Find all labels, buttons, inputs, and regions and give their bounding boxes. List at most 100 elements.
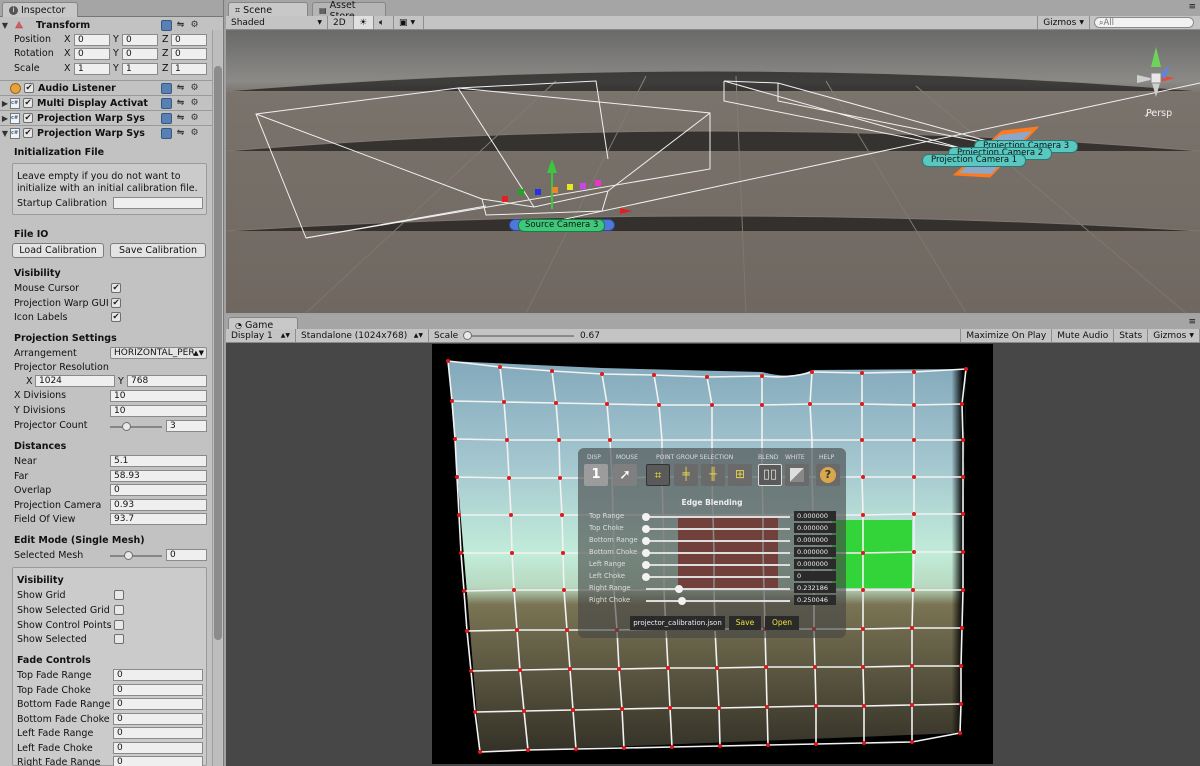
slider-knob[interactable] xyxy=(642,525,650,533)
component-header-projection-warp-2[interactable]: ▼ c# Projection Warp Sys ⇋⚙ xyxy=(0,125,212,140)
overlap-field[interactable]: 0 xyxy=(110,484,207,496)
slider-knob[interactable] xyxy=(642,513,650,521)
display-dropdown[interactable]: Display 1 ▲▼ xyxy=(226,329,296,342)
foldout-collapsed-icon[interactable]: ▶ xyxy=(0,114,10,123)
scale-y-field[interactable]: 1 xyxy=(122,63,158,75)
load-calibration-button[interactable]: Load Calibration xyxy=(12,243,104,258)
overlay-save-button[interactable]: Save xyxy=(729,616,761,630)
display-number-button[interactable]: 1 xyxy=(584,464,608,486)
x-divisions-field[interactable]: 10 xyxy=(110,390,207,402)
panel-menu-icon[interactable]: ≡ xyxy=(1188,317,1196,327)
preset-icon[interactable]: ⇋ xyxy=(175,83,186,94)
fade-field[interactable]: 0 xyxy=(113,684,203,696)
mode-2d-button[interactable]: 2D xyxy=(328,16,354,29)
tab-scene[interactable]: ⌗ Scene xyxy=(228,2,308,17)
component-enable-checkbox[interactable] xyxy=(23,98,33,108)
resolution-dropdown[interactable]: Standalone (1024x768) ▲▼ xyxy=(296,329,429,342)
projection-warp-gui-checkbox[interactable] xyxy=(111,298,121,308)
save-calibration-button[interactable]: Save Calibration xyxy=(110,243,206,258)
show-selected-grid-checkbox[interactable] xyxy=(114,605,124,615)
edge-blend-value-field[interactable]: 0.000000 xyxy=(794,523,836,533)
fade-field[interactable]: 0 xyxy=(113,669,203,681)
lighting-toggle[interactable]: ☀ xyxy=(354,16,374,29)
component-enable-checkbox[interactable] xyxy=(23,113,33,123)
y-divisions-field[interactable]: 10 xyxy=(110,405,207,417)
mute-audio-toggle[interactable]: Mute Audio xyxy=(1052,329,1115,342)
preset-icon[interactable]: ⇋ xyxy=(175,113,186,124)
mouse-mode-button[interactable]: ➚ xyxy=(613,464,637,486)
slider-knob[interactable] xyxy=(642,537,650,545)
slider-knob[interactable] xyxy=(122,422,131,431)
component-enable-checkbox[interactable] xyxy=(23,128,33,138)
overlay-open-button[interactable]: Open xyxy=(765,616,799,630)
white-toggle-button[interactable] xyxy=(785,464,809,486)
edge-blend-value-field[interactable]: 0.000000 xyxy=(794,511,836,521)
edge-blend-slider[interactable] xyxy=(646,597,790,605)
show-grid-checkbox[interactable] xyxy=(114,590,124,600)
rotation-y-field[interactable]: 0 xyxy=(122,48,158,60)
gear-icon[interactable]: ⚙ xyxy=(189,98,200,109)
fade-field[interactable]: 0 xyxy=(113,713,203,725)
fade-field[interactable]: 0 xyxy=(113,742,203,754)
near-field[interactable]: 5.1 xyxy=(110,455,207,467)
point-group-columns-button[interactable]: ╫ xyxy=(701,464,725,486)
edge-blend-value-field[interactable]: 0 xyxy=(794,571,836,581)
icon-labels-checkbox[interactable] xyxy=(111,312,121,322)
game-viewport[interactable]: DISP MOUSE POINT GROUP SELECTION BLEND W… xyxy=(432,344,993,764)
gear-icon[interactable]: ⚙ xyxy=(189,128,200,139)
tab-asset-store[interactable]: ▤ Asset Store xyxy=(312,0,386,22)
shading-dropdown[interactable]: Shaded ▼ xyxy=(226,16,328,29)
edge-blend-value-field[interactable]: 0.250046 xyxy=(794,595,836,605)
point-group-rows-button[interactable]: ╪ xyxy=(674,464,698,486)
rotation-x-field[interactable]: 0 xyxy=(74,48,110,60)
edge-blend-value-field[interactable]: 0.000000 xyxy=(794,547,836,557)
help-book-icon[interactable] xyxy=(161,127,172,139)
projector-count-slider[interactable] xyxy=(110,422,162,431)
slider-knob[interactable] xyxy=(678,597,686,605)
edge-blend-value-field[interactable]: 0.232186 xyxy=(794,583,836,593)
help-book-icon[interactable] xyxy=(161,112,172,124)
show-control-points-checkbox[interactable] xyxy=(114,620,124,630)
edge-blend-slider[interactable] xyxy=(642,525,790,533)
show-selected-checkbox[interactable] xyxy=(114,634,124,644)
slider-knob[interactable] xyxy=(463,330,473,340)
edge-blend-slider[interactable] xyxy=(642,537,790,545)
gear-icon[interactable]: ⚙ xyxy=(189,113,200,124)
position-y-field[interactable]: 0 xyxy=(122,34,158,46)
slider-knob[interactable] xyxy=(675,585,684,593)
edge-blend-slider[interactable] xyxy=(642,561,790,569)
foldout-expanded-icon[interactable]: ▼ xyxy=(0,21,10,30)
fade-field[interactable]: 0 xyxy=(113,727,203,739)
preset-icon[interactable]: ⇋ xyxy=(175,20,186,31)
mouse-cursor-checkbox[interactable] xyxy=(111,283,121,293)
stats-toggle[interactable]: Stats xyxy=(1114,329,1149,342)
slider-knob[interactable] xyxy=(642,561,650,569)
startup-calibration-field[interactable] xyxy=(113,197,203,209)
projection-camera-field[interactable]: 0.93 xyxy=(110,499,207,511)
help-book-icon[interactable] xyxy=(161,82,172,94)
projector-count-field[interactable]: 3 xyxy=(166,420,207,432)
gear-icon[interactable]: ⚙ xyxy=(189,20,200,31)
help-book-icon[interactable] xyxy=(161,97,172,109)
scale-z-field[interactable]: 1 xyxy=(171,63,207,75)
edge-blend-slider[interactable] xyxy=(642,573,790,581)
point-group-all-button[interactable]: ⊞ xyxy=(728,464,752,486)
position-x-field[interactable]: 0 xyxy=(74,34,110,46)
game-gizmos-dropdown[interactable]: Gizmos ▼ xyxy=(1148,329,1200,342)
foldout-collapsed-icon[interactable]: ▶ xyxy=(0,99,10,108)
slider-knob[interactable] xyxy=(642,573,650,581)
selected-mesh-slider[interactable] xyxy=(110,551,162,560)
edge-blend-slider[interactable] xyxy=(646,585,790,593)
help-book-icon[interactable] xyxy=(161,20,172,31)
maximize-on-play-toggle[interactable]: Maximize On Play xyxy=(960,329,1053,342)
gizmos-dropdown[interactable]: Gizmos ▼ xyxy=(1037,16,1090,29)
fade-field[interactable]: 0 xyxy=(113,756,203,766)
edge-blend-slider[interactable] xyxy=(642,513,790,521)
component-enable-checkbox[interactable] xyxy=(24,83,34,93)
slider-knob[interactable] xyxy=(124,551,133,560)
blend-toggle-button[interactable]: ▯▯ xyxy=(758,464,782,486)
calibration-filename-field[interactable]: projector_calibration.json xyxy=(630,616,725,630)
res-x-field[interactable]: 1024 xyxy=(35,375,115,387)
edge-blend-slider[interactable] xyxy=(642,549,790,557)
effects-dropdown[interactable]: ▣ ▼ xyxy=(394,16,424,29)
